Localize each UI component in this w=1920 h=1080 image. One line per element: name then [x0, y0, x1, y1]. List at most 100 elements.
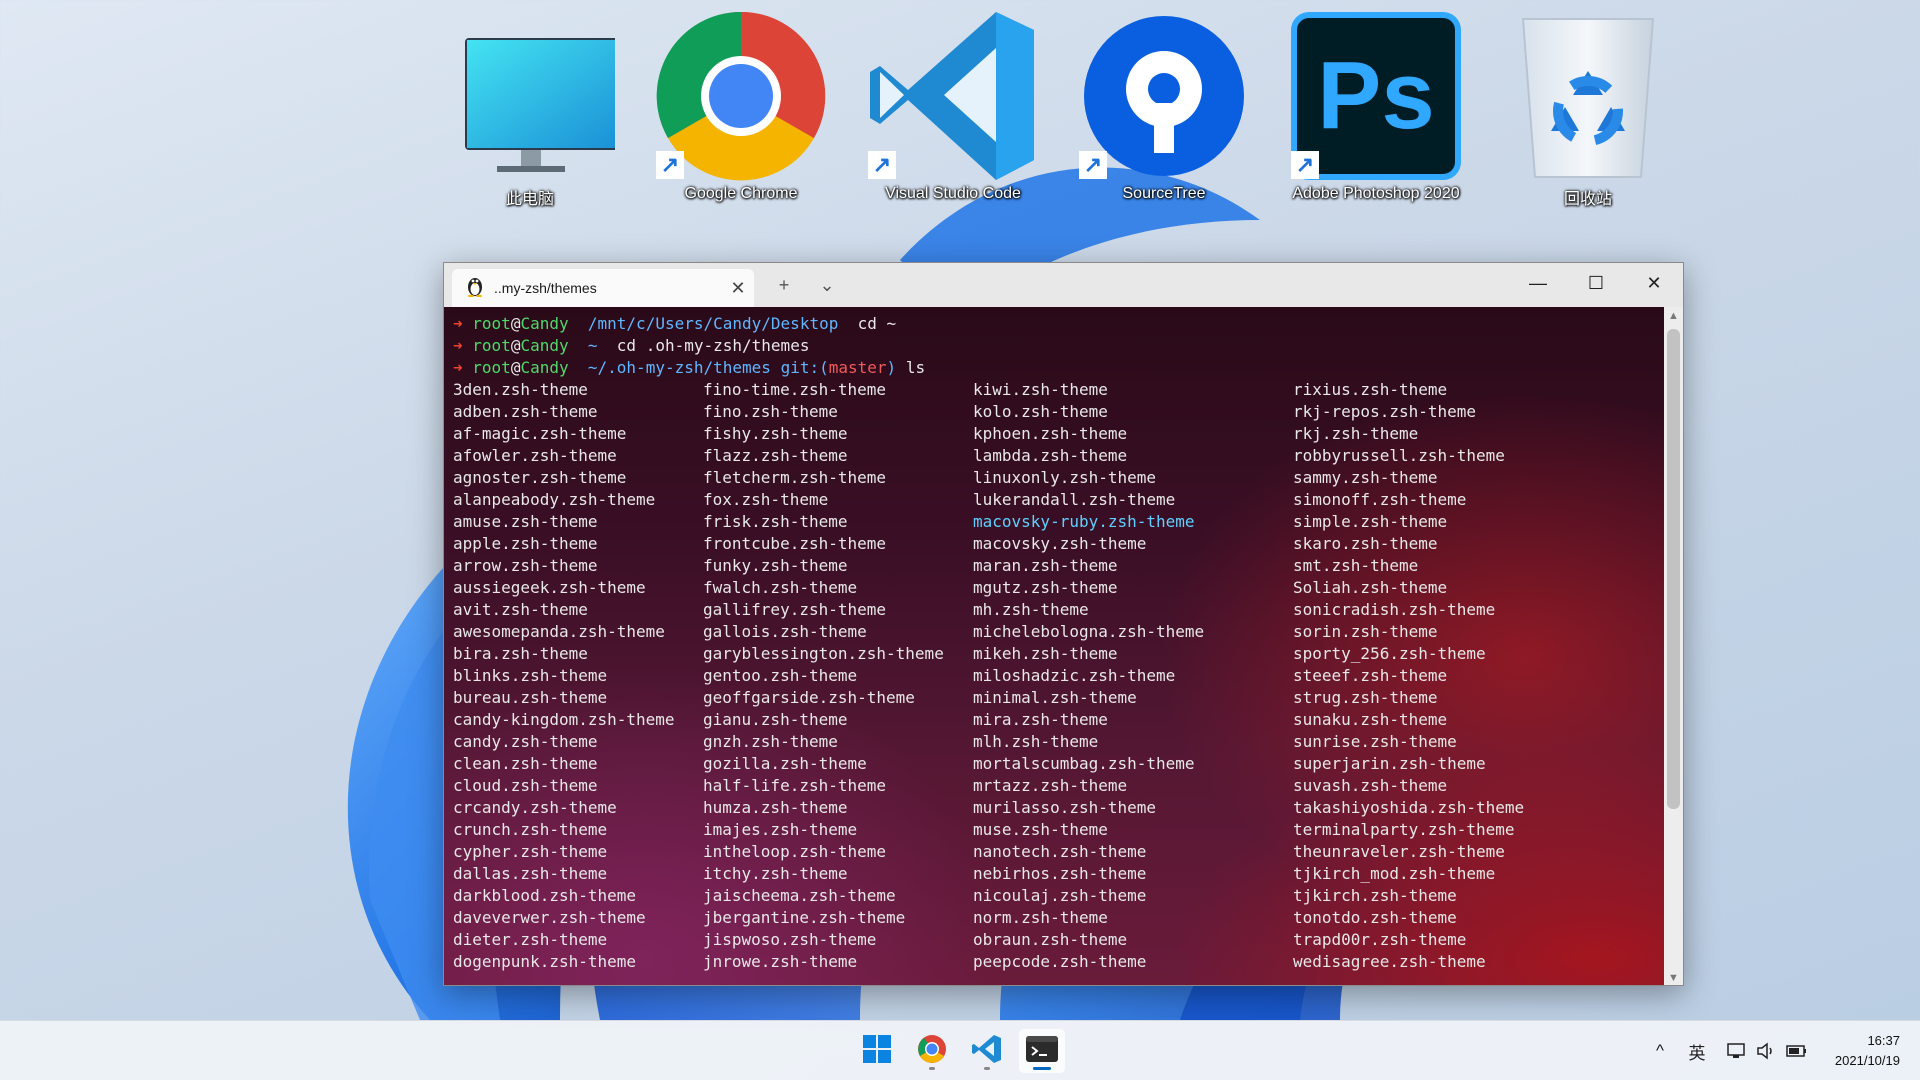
ime-indicator[interactable]: 英	[1682, 1021, 1712, 1080]
ls-file-entry: sunaku.zsh-theme	[1293, 710, 1448, 729]
scroll-down-arrow-icon[interactable]: ▼	[1664, 969, 1683, 985]
tab-dropdown-button[interactable]: ⌄	[810, 271, 844, 299]
ls-file-entry: rkj-repos.zsh-theme	[1293, 402, 1477, 421]
ls-file-entry: candy-kingdom.zsh-theme	[453, 710, 675, 729]
ls-file-entry: superjarin.zsh-theme	[1293, 754, 1486, 773]
tab-themes[interactable]: ..my-zsh/themes ✕	[452, 269, 754, 307]
ls-file-entry: sammy.zsh-theme	[1293, 468, 1438, 487]
shortcut-arrow-icon: ↗	[656, 151, 684, 179]
ls-file-entry: gianu.zsh-theme	[703, 710, 848, 729]
taskbar-vscode[interactable]	[964, 1029, 1010, 1073]
ls-file-entry: strug.zsh-theme	[1293, 688, 1438, 707]
ls-file-entry: daveverwer.zsh-theme	[453, 908, 646, 927]
desktop-icon-google-chrome[interactable]: ↗ Google Chrome	[641, 8, 841, 218]
ls-file-entry: adben.zsh-theme	[453, 402, 598, 421]
ls-file-entry: humza.zsh-theme	[703, 798, 848, 817]
ls-file-entry: afowler.zsh-theme	[453, 446, 617, 465]
ls-file-entry: frontcube.zsh-theme	[703, 534, 887, 553]
desktop-icon-sourcetree[interactable]: ↗ SourceTree	[1064, 8, 1264, 218]
desktop-icon-this-pc[interactable]: 此电脑	[430, 8, 630, 218]
scrollbar-thumb[interactable]	[1667, 329, 1680, 809]
tab-title: ..my-zsh/themes	[494, 280, 597, 296]
battery-icon[interactable]	[1782, 1021, 1812, 1080]
clock[interactable]: 16:37 2021/10/19	[1835, 1031, 1900, 1071]
ls-file-entry: garyblessington.zsh-theme	[703, 644, 944, 663]
ls-file-entry: mlh.zsh-theme	[973, 732, 1099, 751]
ls-file-entry: michelebologna.zsh-theme	[973, 622, 1205, 641]
ls-file-entry: af-magic.zsh-theme	[453, 424, 627, 443]
recycle-bin-icon	[1503, 8, 1673, 183]
ls-file-entry: dallas.zsh-theme	[453, 864, 608, 883]
ls-file-entry: Soliah.zsh-theme	[1293, 578, 1448, 597]
desktop-icon-adobe-photoshop[interactable]: Ps ↗ Adobe Photoshop 2020	[1276, 8, 1476, 218]
ls-file-entry: arrow.zsh-theme	[453, 556, 598, 575]
network-icon[interactable]	[1722, 1021, 1750, 1080]
maximize-button[interactable]: ☐	[1567, 263, 1625, 303]
clock-date: 2021/10/19	[1834, 1053, 1900, 1068]
desktop-icon-label: 回收站	[1563, 191, 1612, 208]
ls-file-entry: crunch.zsh-theme	[453, 820, 608, 839]
ls-file-entry: apple.zsh-theme	[453, 534, 598, 553]
ls-file-entry: geoffgarside.zsh-theme	[703, 688, 915, 707]
monitor-icon	[445, 8, 615, 183]
chrome-icon: ↗	[656, 8, 826, 183]
active-indicator	[1033, 1067, 1051, 1070]
windows-start-icon	[863, 1034, 891, 1068]
ls-file-entry: murilasso.zsh-theme	[973, 798, 1157, 817]
desktop-icon-label: 此电脑	[505, 191, 554, 208]
desktop-icon-label: Adobe Photoshop 2020	[1292, 185, 1460, 202]
ls-file-entry: sorin.zsh-theme	[1293, 622, 1438, 641]
ls-file-entry: frisk.zsh-theme	[703, 512, 848, 531]
ls-file-entry: miloshadzic.zsh-theme	[973, 666, 1176, 685]
desktop-icon-visual-studio-code[interactable]: ↗ Visual Studio Code	[853, 8, 1053, 218]
ls-file-entry: peepcode.zsh-theme	[973, 952, 1147, 971]
ls-file-entry: macovsky-ruby.zsh-theme	[973, 512, 1195, 531]
terminal-scrollbar[interactable]: ▲ ▼	[1664, 307, 1683, 985]
ls-file-entry: gentoo.zsh-theme	[703, 666, 858, 685]
ls-file-entry: mortalscumbag.zsh-theme	[973, 754, 1195, 773]
ls-file-entry: mikeh.zsh-theme	[973, 644, 1118, 663]
ls-file-entry: tonotdo.zsh-theme	[1293, 908, 1457, 927]
ls-file-entry: aussiegeek.zsh-theme	[453, 578, 646, 597]
prompt-line: ➜ root@Candy ~/.oh-my-zsh/themes git:(ma…	[453, 358, 926, 377]
photoshop-logo-text: Ps	[1317, 41, 1435, 149]
ls-file-entry: macovsky.zsh-theme	[973, 534, 1147, 553]
ls-file-entry: tjkirch_mod.zsh-theme	[1293, 864, 1496, 883]
terminal-titlebar[interactable]: ..my-zsh/themes ✕ + ⌄ — ☐ ✕	[444, 263, 1683, 307]
ls-file-entry: blinks.zsh-theme	[453, 666, 608, 685]
taskbar: ^ 英 16:37 2021/10/19	[0, 1020, 1920, 1080]
close-button[interactable]: ✕	[1625, 263, 1683, 303]
tray-overflow-button[interactable]: ^	[1646, 1021, 1674, 1080]
prompt-line: ➜ root@Candy ~ cd .oh-my-zsh/themes	[453, 336, 810, 355]
ls-file-entry: fwalch.zsh-theme	[703, 578, 858, 597]
scroll-up-arrow-icon[interactable]: ▲	[1664, 307, 1683, 325]
new-tab-button[interactable]: +	[767, 271, 801, 299]
shortcut-arrow-icon: ↗	[1079, 151, 1107, 179]
ls-file-entry: kiwi.zsh-theme	[973, 380, 1108, 399]
ls-file-entry: funky.zsh-theme	[703, 556, 848, 575]
ls-file-entry: rixius.zsh-theme	[1293, 380, 1448, 399]
volume-icon[interactable]	[1752, 1021, 1780, 1080]
ls-file-entry: rkj.zsh-theme	[1293, 424, 1419, 443]
ls-file-entry: cloud.zsh-theme	[453, 776, 598, 795]
minimize-button[interactable]: —	[1509, 263, 1567, 303]
ls-file-entry: crcandy.zsh-theme	[453, 798, 617, 817]
ls-file-entry: jaischeema.zsh-theme	[703, 886, 896, 905]
desktop-icon-recycle-bin[interactable]: 回收站	[1488, 8, 1688, 218]
ls-file-entry: nicoulaj.zsh-theme	[973, 886, 1147, 905]
taskbar-terminal[interactable]	[1019, 1029, 1065, 1073]
tab-close-button[interactable]: ✕	[722, 274, 754, 302]
ls-file-entry: lukerandall.zsh-theme	[973, 490, 1176, 509]
prompt-line: ➜ root@Candy /mnt/c/Users/Candy/Desktop …	[453, 314, 897, 333]
chrome-icon	[917, 1034, 947, 1069]
ls-file-entry: fino.zsh-theme	[703, 402, 838, 421]
ls-file-entry: steeef.zsh-theme	[1293, 666, 1448, 685]
start-button[interactable]	[854, 1029, 900, 1073]
ls-file-entry: alanpeabody.zsh-theme	[453, 490, 656, 509]
ls-file-entry: fletcherm.zsh-theme	[703, 468, 887, 487]
ls-column: fino-time.zsh-theme fino.zsh-theme fishy.z…	[703, 379, 973, 973]
ls-file-entry: minimal.zsh-theme	[973, 688, 1137, 707]
ls-column: 3den.zsh-theme adben.zsh-theme af-magic.zs…	[453, 379, 703, 973]
taskbar-chrome[interactable]	[909, 1029, 955, 1073]
terminal-console[interactable]: ➜ root@Candy /mnt/c/Users/Candy/Desktop …	[444, 307, 1666, 985]
